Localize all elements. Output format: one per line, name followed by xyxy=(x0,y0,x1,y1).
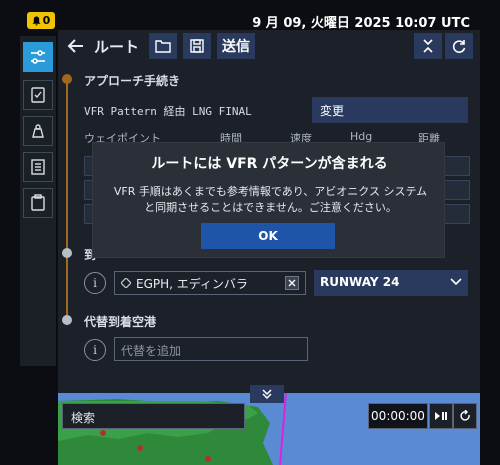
clear-airport-button[interactable] xyxy=(285,276,299,290)
alternate-airport-input[interactable]: 代替を追加 xyxy=(114,337,308,361)
route-timeline xyxy=(66,75,68,325)
arrow-left-icon xyxy=(67,39,83,53)
timeline-node-arrival xyxy=(62,248,72,258)
approach-section-title: アプローチ手続き xyxy=(84,74,181,88)
reset-timer-button[interactable] xyxy=(453,403,477,429)
map-search-input[interactable]: 検索 xyxy=(62,403,245,429)
back-button[interactable] xyxy=(62,33,90,59)
chevron-down-icon xyxy=(450,278,462,286)
sidebar-item-document[interactable] xyxy=(23,152,53,182)
sidebar-item-weight[interactable] xyxy=(23,116,53,146)
sidebar xyxy=(20,36,56,366)
ok-button[interactable]: OK xyxy=(201,223,335,249)
open-button[interactable] xyxy=(149,33,177,59)
collapse-button[interactable] xyxy=(414,33,442,59)
sidebar-item-route[interactable] xyxy=(23,42,53,72)
route-icon xyxy=(31,50,45,64)
airport-diamond-icon xyxy=(121,278,131,288)
floppy-disk-icon xyxy=(190,39,204,53)
timeline-node-approach xyxy=(62,74,72,84)
save-button[interactable] xyxy=(183,33,211,59)
refresh-icon xyxy=(452,40,466,53)
clipboard-icon xyxy=(31,194,45,211)
info-icon: i xyxy=(93,276,97,290)
clock-readout: 9 月 09, 火曜日 2025 10:07 UTC xyxy=(252,16,470,31)
bell-icon xyxy=(32,16,41,25)
page-title: ルート xyxy=(94,38,140,56)
play-pause-button[interactable] xyxy=(429,403,453,429)
refresh-button[interactable] xyxy=(445,33,473,59)
runway-select[interactable]: RUNWAY 24 xyxy=(314,270,468,296)
chevrons-collapse-icon xyxy=(423,39,433,53)
close-icon xyxy=(288,279,296,287)
runway-value: RUNWAY 24 xyxy=(320,275,400,289)
document-icon xyxy=(31,159,45,175)
info-icon: i xyxy=(93,343,97,357)
arrival-info-button[interactable]: i xyxy=(84,272,106,294)
sidebar-item-checklist[interactable] xyxy=(23,80,53,110)
change-approach-button[interactable]: 変更 xyxy=(312,97,468,123)
reset-icon xyxy=(460,410,470,421)
dialog-title: ルートには VFR パターンが含まれる xyxy=(151,156,388,172)
weight-icon xyxy=(32,124,44,138)
alternate-info-button[interactable]: i xyxy=(84,339,106,361)
dialog-message: VFR 手順はあくまでも参考情報であり、アビオニクス システムと同期させることは… xyxy=(113,185,428,214)
chevrons-down-icon xyxy=(262,389,272,400)
folder-icon xyxy=(155,40,171,53)
notification-count: 0 xyxy=(42,14,51,27)
send-button[interactable]: 送信 xyxy=(217,33,255,59)
play-pause-icon xyxy=(435,412,447,420)
alternate-section-title: 代替到着空港 xyxy=(84,315,157,329)
route-toolbar: ルート 送信 xyxy=(58,30,480,64)
sidebar-item-clipboard[interactable] xyxy=(23,188,53,218)
flight-timer: 00:00:00 xyxy=(368,403,428,429)
checklist-icon xyxy=(31,87,45,103)
approach-procedure-text: VFR Pattern 経由 LNG FINAL xyxy=(84,105,252,118)
expand-map-button[interactable] xyxy=(250,385,284,403)
arrival-airport-field[interactable]: EGPH, エディンバラ xyxy=(114,271,306,295)
vfr-warning-dialog: ルートには VFR パターンが含まれる VFR 手順はあくまでも参考情報であり、… xyxy=(92,142,445,258)
notification-badge[interactable]: 0 xyxy=(27,12,55,29)
timeline-node-alternate xyxy=(62,315,72,325)
arrival-airport-value: EGPH, エディンバラ xyxy=(136,276,248,291)
